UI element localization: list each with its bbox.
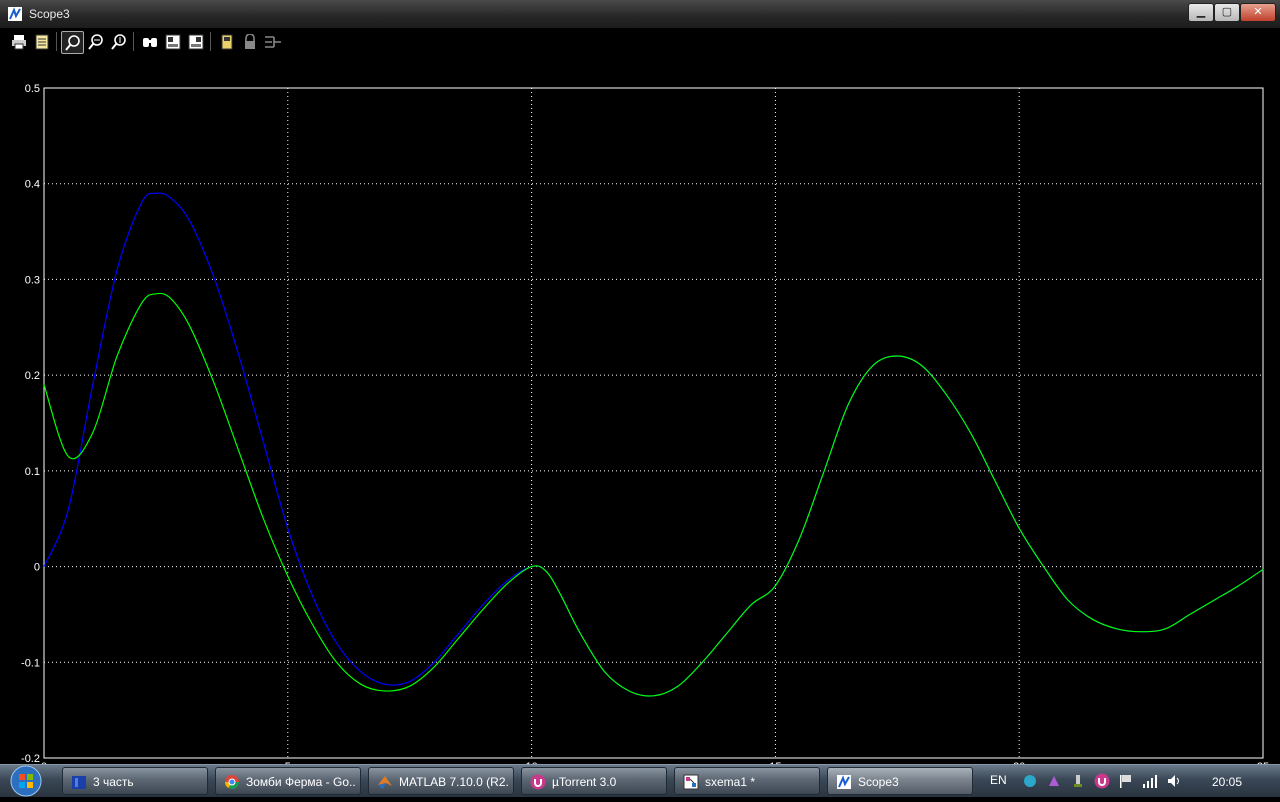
taskbar-item-simulink[interactable]: sxema1 * [674, 767, 820, 795]
autoscale-button[interactable] [139, 31, 160, 52]
minimize-button[interactable]: ▁ [1188, 3, 1214, 22]
windows-taskbar: 3 часть Зомби Ферма - Go... MATLAB 7.10.… [0, 764, 1280, 797]
restore-axes-button[interactable] [185, 31, 206, 52]
zoom-x-icon [87, 33, 103, 50]
taskbar-item-label: MATLAB 7.10.0 (R2... [399, 775, 509, 789]
signal-strength-icon[interactable] [1142, 773, 1158, 789]
zoom-button[interactable] [61, 31, 84, 54]
close-button[interactable]: ✕ [1240, 3, 1276, 22]
language-indicator[interactable]: EN [990, 773, 1007, 787]
signal-selector-icon [264, 35, 281, 48]
lock-axes-icon [244, 33, 255, 49]
print-button[interactable] [8, 31, 29, 52]
y-tick-label: -0.2 [21, 753, 40, 764]
matlab-icon [378, 776, 392, 789]
zoom-y-icon [110, 33, 126, 50]
taskbar-item-chrome[interactable]: Зомби Ферма - Go... [215, 767, 361, 795]
system-tray: EN 20:05 [980, 765, 1280, 797]
taskbar-item-scope[interactable]: Scope3 [827, 767, 973, 795]
chrome-icon [225, 775, 239, 789]
simulink-icon [683, 774, 699, 790]
save-axes-button[interactable] [162, 31, 183, 52]
maximize-button[interactable]: ▢ [1214, 3, 1240, 22]
parameters-icon [35, 34, 48, 49]
y-tick-label: -0.1 [21, 657, 40, 669]
taskbar-clock[interactable]: 20:05 [1212, 775, 1242, 789]
floating-scope-icon [221, 34, 232, 49]
print-icon [11, 34, 26, 49]
y-tick-label: 0.5 [25, 83, 40, 95]
network-app-icon[interactable] [1022, 773, 1038, 789]
y-tick-label: 0.1 [25, 466, 40, 478]
scope-toolbar [0, 28, 1280, 57]
folder-icon [72, 776, 86, 789]
signal-selector-button[interactable] [262, 31, 283, 52]
window-title: Scope3 [29, 7, 70, 21]
scope-icon [837, 775, 851, 789]
flag-icon[interactable] [1118, 773, 1134, 789]
plot-axes-area [43, 87, 1264, 759]
y-tick-label: 0.2 [25, 370, 40, 382]
y-tick-label: 0.4 [25, 179, 40, 191]
window-titlebar[interactable]: Scope3 ▁ ▢ ✕ [0, 0, 1280, 28]
utorrent-icon [530, 774, 546, 790]
scope-plot[interactable]: 0.50.40.30.20.10-0.1-0.2 0510152025 [0, 56, 1280, 764]
utility-icon[interactable] [1046, 773, 1062, 789]
start-button[interactable] [6, 765, 46, 797]
windows-start-icon [10, 765, 42, 797]
taskbar-item-label: Scope3 [858, 775, 899, 789]
y-tick-label: 0 [34, 562, 40, 574]
safely-remove-hardware-icon[interactable] [1070, 773, 1086, 789]
taskbar-item-label: sxema1 * [705, 775, 756, 789]
zoom-icon [64, 34, 80, 51]
lock-axes-button[interactable] [239, 31, 260, 52]
taskbar-item-folder[interactable]: 3 часть [62, 767, 208, 795]
parameters-button[interactable] [31, 31, 52, 52]
zoom-y-button[interactable] [108, 31, 129, 52]
zoom-x-button[interactable] [85, 31, 106, 52]
scope-window-icon [8, 7, 22, 21]
taskbar-item-label: 3 часть [93, 775, 134, 789]
volume-icon[interactable] [1166, 773, 1182, 789]
floating-scope-button[interactable] [216, 31, 237, 52]
taskbar-item-utorrent[interactable]: µTorrent 3.0 [521, 767, 667, 795]
utorrent-tray-icon[interactable] [1094, 773, 1110, 789]
taskbar-item-label: µTorrent 3.0 [552, 775, 617, 789]
restore-axes-icon [188, 34, 203, 49]
y-tick-labels: 0.5 0.4 0.3 0.2 0.1 0 -0.1 -0.2 [21, 83, 40, 764]
scope-plot-region: 0.50.40.30.20.10-0.1-0.2 0510152025 [0, 56, 1280, 764]
autoscale-icon [142, 37, 157, 47]
y-tick-label: 0.3 [25, 274, 40, 286]
taskbar-item-matlab[interactable]: MATLAB 7.10.0 (R2... [368, 767, 514, 795]
save-axes-icon [165, 34, 180, 49]
taskbar-item-label: Зомби Ферма - Go... [246, 775, 356, 789]
